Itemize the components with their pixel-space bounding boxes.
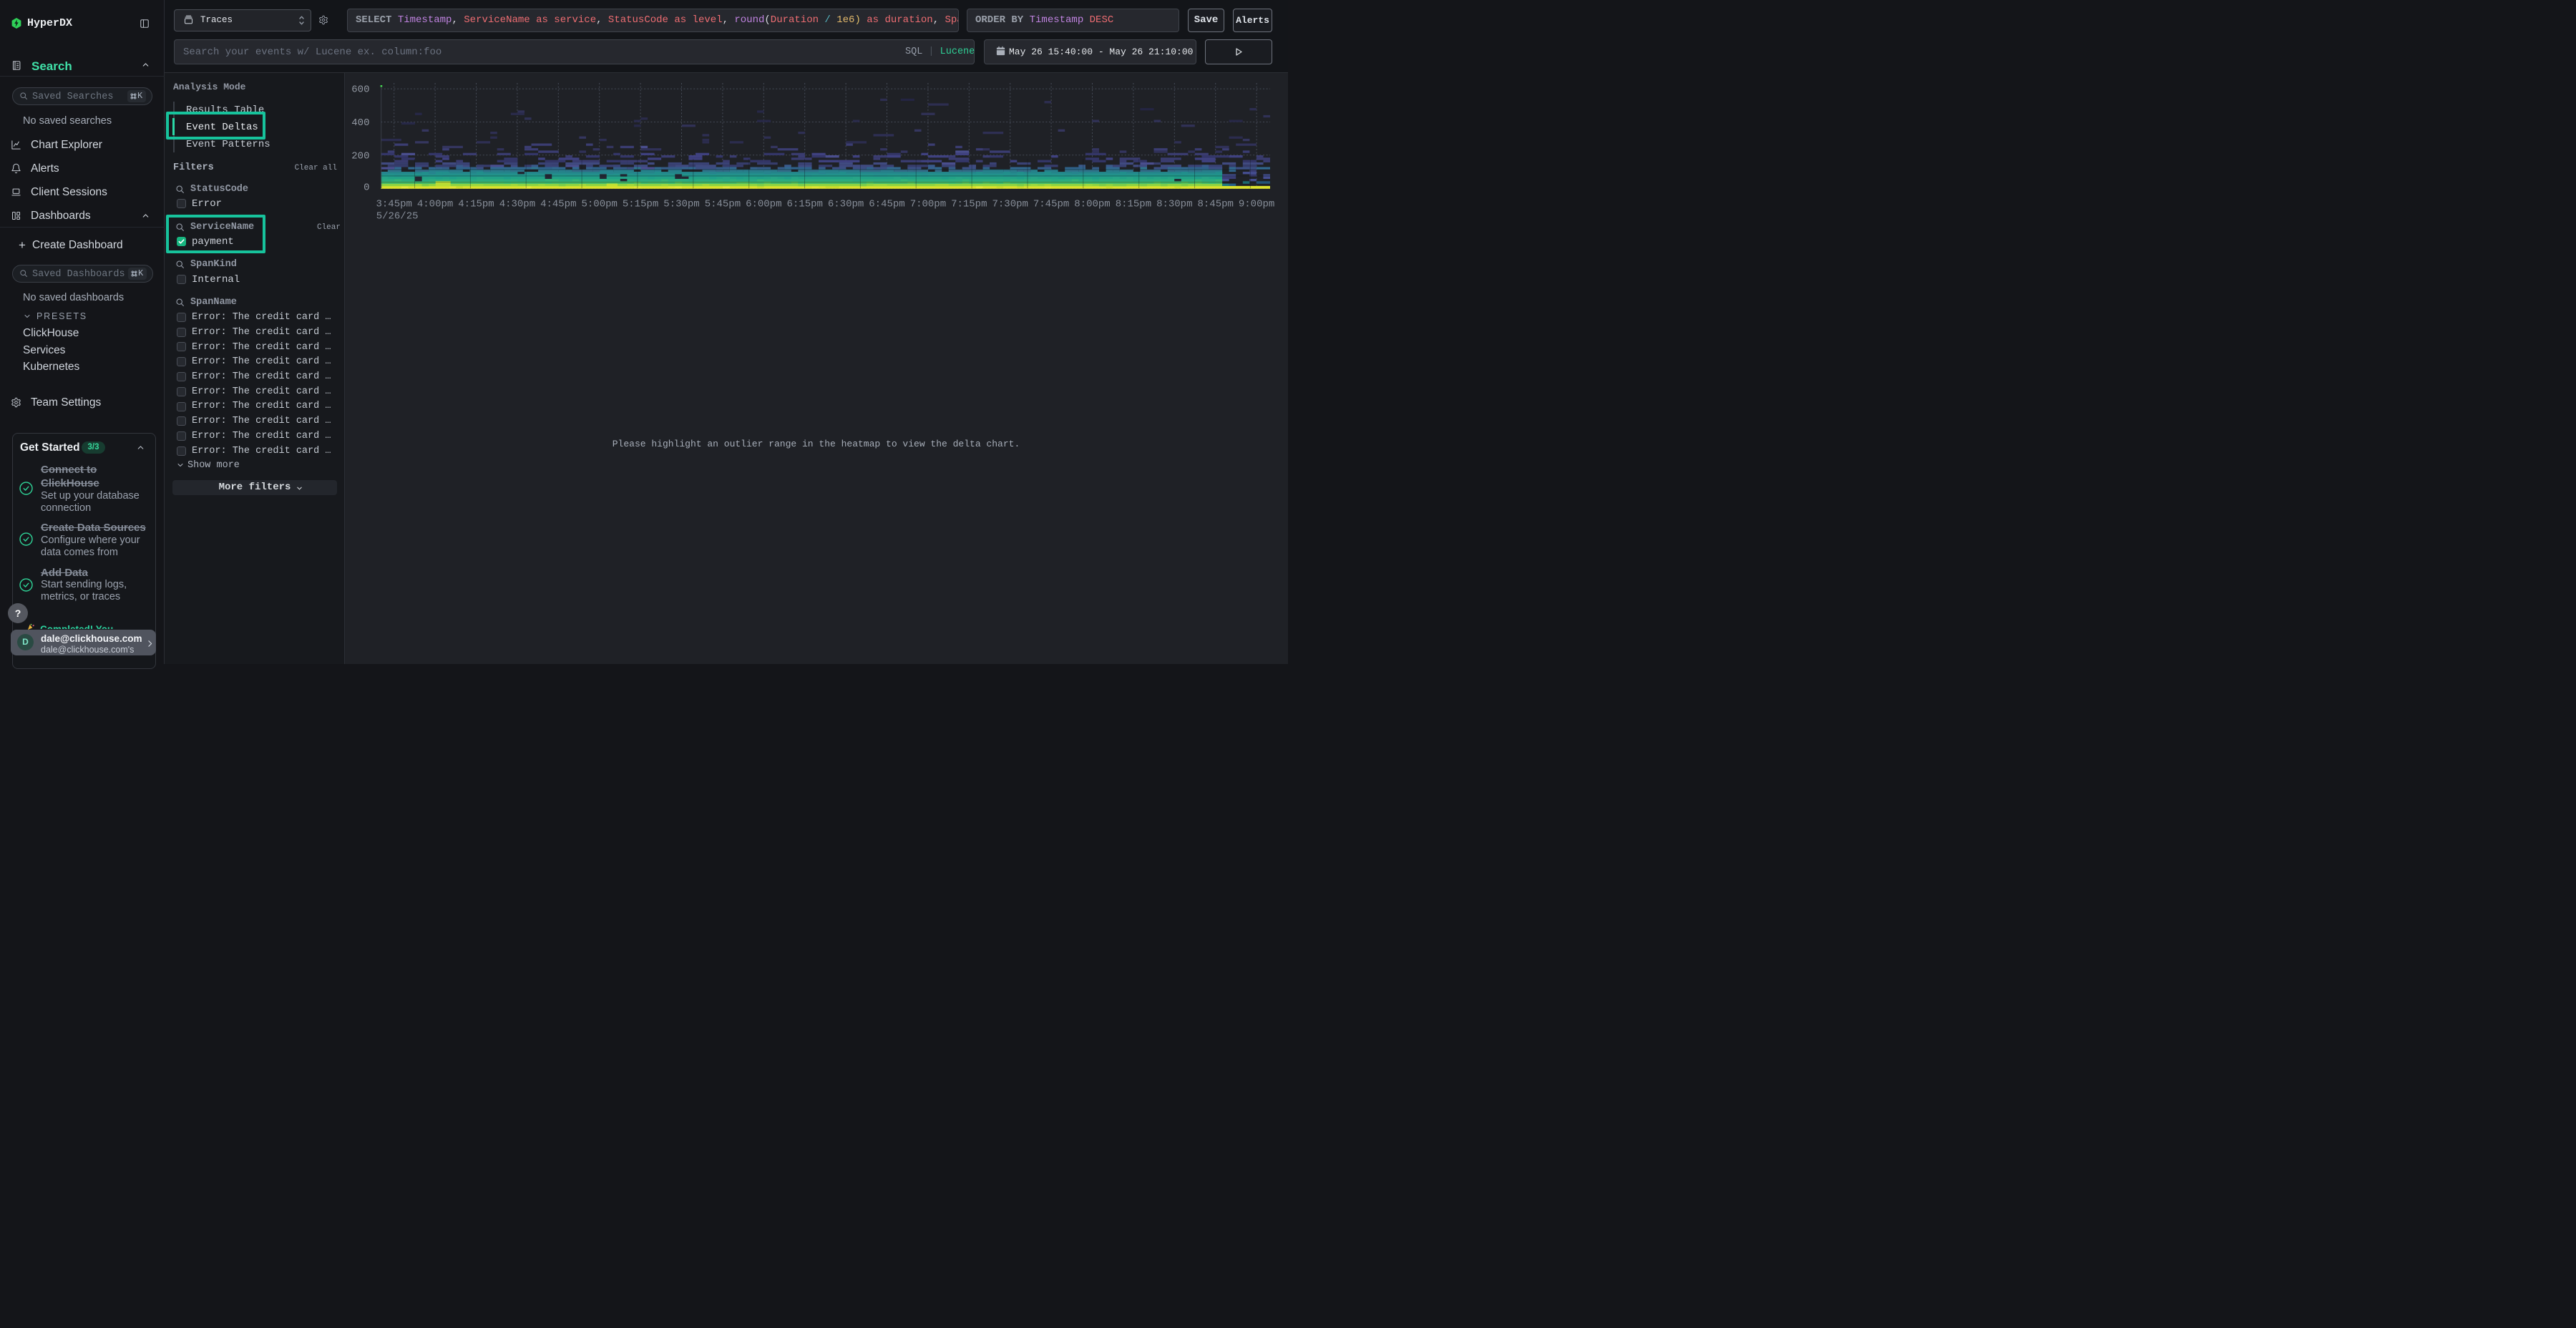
svg-text:8:00pm: 8:00pm [1074,199,1110,210]
svg-text:4:45pm: 4:45pm [540,199,576,210]
svg-text:9:00pm: 9:00pm [1239,199,1274,210]
svg-text:400: 400 [351,117,369,129]
svg-text:6:30pm: 6:30pm [828,199,864,210]
svg-text:6:15pm: 6:15pm [786,199,822,210]
svg-text:7:45pm: 7:45pm [1033,199,1069,210]
svg-text:4:00pm: 4:00pm [417,199,453,210]
svg-text:5:15pm: 5:15pm [623,199,658,210]
svg-text:5:00pm: 5:00pm [581,199,617,210]
svg-text:600: 600 [351,84,369,96]
svg-text:7:15pm: 7:15pm [951,199,987,210]
svg-text:5:30pm: 5:30pm [663,199,699,210]
svg-text:0: 0 [364,182,369,194]
svg-text:6:00pm: 6:00pm [746,199,781,210]
svg-text:3:45pm: 3:45pm [376,199,411,210]
svg-text:4:30pm: 4:30pm [499,199,535,210]
svg-text:8:45pm: 8:45pm [1197,199,1233,210]
svg-text:8:15pm: 8:15pm [1116,199,1151,210]
svg-text:7:00pm: 7:00pm [910,199,946,210]
svg-text:7:30pm: 7:30pm [992,199,1028,210]
svg-text:5/26/25: 5/26/25 [376,211,419,223]
svg-text:6:45pm: 6:45pm [869,199,904,210]
svg-text:200: 200 [351,150,369,162]
svg-text:8:30pm: 8:30pm [1156,199,1192,210]
svg-text:5:45pm: 5:45pm [705,199,741,210]
svg-text:4:15pm: 4:15pm [458,199,494,210]
